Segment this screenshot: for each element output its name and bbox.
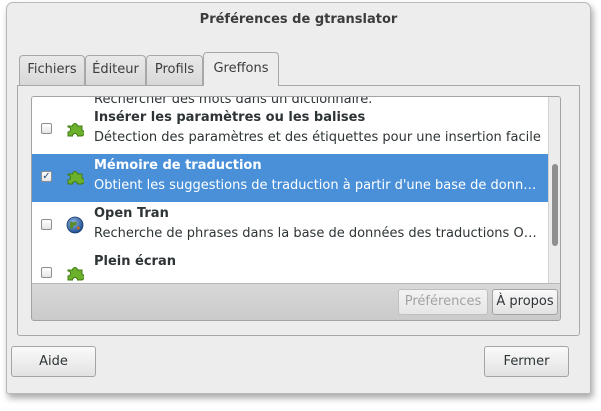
- plugin-list-scrollbar[interactable]: [548, 97, 560, 283]
- help-button[interactable]: Aide: [11, 346, 96, 377]
- plugin-preferences-button[interactable]: Préférences: [398, 289, 488, 315]
- plugin-description: Obtient les suggestions de traduction à …: [94, 178, 544, 193]
- puzzle-icon: [67, 123, 84, 137]
- window-title: Préférences de gtranslator: [199, 12, 398, 27]
- plugin-name: Insérer les paramètres ou les balises: [94, 110, 366, 125]
- plugin-row-memoire[interactable]: ✓ Mémoire de traduction Obtient les sugg…: [32, 154, 548, 202]
- plugin-description: Détection des paramètres et des étiquett…: [94, 130, 541, 145]
- tab-editeur[interactable]: Éditeur: [85, 55, 146, 85]
- plugin-enable-checkbox[interactable]: [41, 219, 52, 230]
- plugin-enable-checkbox[interactable]: [41, 267, 52, 278]
- globe-icon: [66, 216, 84, 234]
- plugin-manager: Rechercher des mots dans un dictionnaire…: [31, 96, 561, 321]
- preferences-dialog: Préférences de gtranslator Fichiers Édit…: [6, 2, 591, 394]
- plugin-enable-checkbox[interactable]: ✓: [41, 171, 52, 182]
- scrollbar-thumb[interactable]: [552, 164, 558, 246]
- tab-fichiers[interactable]: Fichiers: [19, 55, 85, 85]
- plugin-description: Recherche de phrases dans la base de don…: [94, 226, 544, 241]
- plugin-row-inserer[interactable]: Insérer les paramètres ou les balises Dé…: [32, 106, 548, 154]
- tab-greffons[interactable]: Greffons: [203, 52, 279, 86]
- plugin-name: Open Tran: [94, 206, 169, 221]
- plugin-enable-checkbox[interactable]: [41, 123, 52, 134]
- plugin-name: Mémoire de traduction: [94, 158, 262, 173]
- plugin-about-button[interactable]: À propos: [492, 289, 558, 315]
- plugin-row-plein-ecran[interactable]: Plein écran: [32, 250, 548, 283]
- plugin-list[interactable]: Rechercher des mots dans un dictionnaire…: [32, 97, 548, 283]
- close-button[interactable]: Fermer: [484, 346, 569, 377]
- puzzle-icon: [67, 171, 84, 185]
- puzzle-icon: [67, 267, 84, 281]
- plugin-actions-bar: Préférences À propos: [32, 283, 560, 320]
- plugin-row-open-tran[interactable]: Open Tran Recherche de phrases dans la b…: [32, 202, 548, 250]
- tab-profils[interactable]: Profils: [146, 55, 203, 85]
- tab-panel-greffons: Rechercher des mots dans un dictionnaire…: [17, 85, 580, 336]
- plugin-name: Plein écran: [94, 254, 176, 269]
